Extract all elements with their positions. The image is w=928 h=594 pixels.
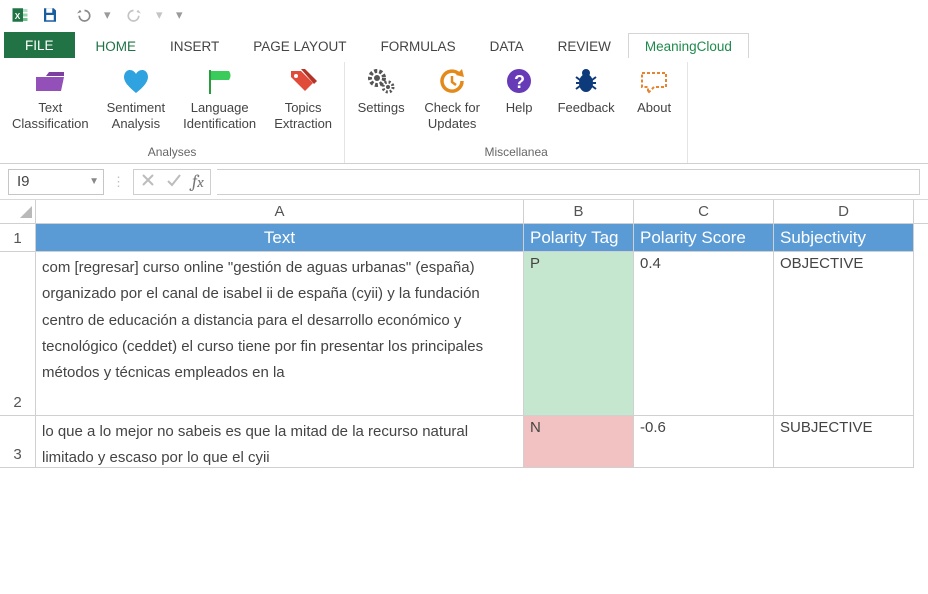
settings-button[interactable]: Settings: [353, 62, 409, 143]
tab-review[interactable]: REVIEW: [541, 33, 628, 58]
table-row: 3 lo que a lo mejor no sabeis es que la …: [0, 416, 928, 468]
check-updates-label: Check for Updates: [424, 100, 480, 131]
tab-page-layout[interactable]: PAGE LAYOUT: [236, 33, 363, 58]
formula-bar-row: I9 ▼ ⋮ fx: [0, 164, 928, 200]
ribbon-group-miscellanea: Settings Check for Updates ? Help Feedba…: [345, 62, 688, 163]
flag-icon: [202, 64, 238, 98]
cell-polarity-tag[interactable]: P: [524, 252, 634, 416]
tab-insert[interactable]: INSERT: [153, 33, 236, 58]
about-button[interactable]: About: [629, 62, 679, 143]
settings-label: Settings: [358, 100, 405, 116]
cell-polarity-tag[interactable]: N: [524, 416, 634, 468]
excel-app-icon[interactable]: X: [8, 3, 32, 27]
speech-icon: [636, 64, 672, 98]
question-icon: ?: [501, 64, 537, 98]
enter-icon[interactable]: [166, 172, 182, 191]
quick-access-toolbar: X ▾ ▾ ▾: [0, 0, 928, 30]
cell-text[interactable]: lo que a lo mejor no sabeis es que la mi…: [36, 416, 524, 468]
text-classification-button[interactable]: Text Classification: [8, 62, 93, 143]
undo-icon[interactable]: [68, 3, 98, 27]
row-header-1[interactable]: 1: [0, 224, 36, 252]
cell-text[interactable]: com [regresar] curso online "gestión de …: [36, 252, 524, 416]
col-header-C[interactable]: C: [634, 200, 774, 223]
about-label: About: [637, 100, 671, 116]
tab-meaningcloud[interactable]: MeaningCloud: [628, 33, 749, 58]
ribbon-tabs: FILE HOME INSERT PAGE LAYOUT FORMULAS DA…: [0, 30, 928, 58]
header-subjectivity[interactable]: Subjectivity: [774, 224, 914, 252]
tab-file[interactable]: FILE: [4, 32, 75, 58]
cell-polarity-score[interactable]: 0.4: [634, 252, 774, 416]
redo-icon[interactable]: [120, 3, 150, 27]
undo-dropdown-icon[interactable]: ▾: [104, 7, 114, 23]
row-header-3[interactable]: 3: [0, 416, 36, 468]
history-icon: [434, 64, 470, 98]
save-icon[interactable]: [38, 3, 62, 27]
header-polarity-tag[interactable]: Polarity Tag: [524, 224, 634, 252]
gears-icon: [363, 64, 399, 98]
cell-polarity-score[interactable]: -0.6: [634, 416, 774, 468]
tab-formulas[interactable]: FORMULAS: [364, 33, 473, 58]
svg-text:?: ?: [514, 72, 525, 92]
fx-icon[interactable]: fx: [192, 171, 204, 192]
col-header-D[interactable]: D: [774, 200, 914, 223]
language-identification-label: Language Identification: [183, 100, 256, 131]
ribbon: Text Classification Sentiment Analysis L…: [0, 58, 928, 164]
table-row: 2 com [regresar] curso online "gestión d…: [0, 252, 928, 416]
name-box-value: I9: [17, 173, 30, 190]
folder-icon: [32, 64, 68, 98]
ribbon-group-label-analyses: Analyses: [8, 143, 336, 163]
cell-subjectivity[interactable]: SUBJECTIVE: [774, 416, 914, 468]
formula-buttons: fx: [133, 169, 211, 195]
tab-data[interactable]: DATA: [473, 33, 541, 58]
col-header-A[interactable]: A: [36, 200, 524, 223]
language-identification-button[interactable]: Language Identification: [179, 62, 260, 143]
svg-text:X: X: [15, 12, 21, 21]
bug-icon: [568, 64, 604, 98]
formula-input[interactable]: [217, 169, 920, 195]
column-headers: A B C D: [0, 200, 928, 224]
header-text[interactable]: Text: [36, 224, 524, 252]
sentiment-analysis-button[interactable]: Sentiment Analysis: [103, 62, 170, 143]
cancel-icon[interactable]: [140, 172, 156, 191]
select-all-corner[interactable]: [0, 200, 36, 223]
topics-extraction-label: Topics Extraction: [274, 100, 332, 131]
feedback-label: Feedback: [558, 100, 615, 116]
name-box-dropdown-icon[interactable]: ▼: [89, 176, 99, 187]
row-header-2[interactable]: 2: [0, 252, 36, 416]
help-label: Help: [506, 100, 533, 116]
tab-home[interactable]: HOME: [79, 33, 154, 58]
cell-subjectivity[interactable]: OBJECTIVE: [774, 252, 914, 416]
col-header-B[interactable]: B: [524, 200, 634, 223]
ribbon-group-analyses: Text Classification Sentiment Analysis L…: [0, 62, 345, 163]
topics-extraction-button[interactable]: Topics Extraction: [270, 62, 336, 143]
header-polarity-score[interactable]: Polarity Score: [634, 224, 774, 252]
check-updates-button[interactable]: Check for Updates: [419, 62, 485, 143]
redo-dropdown-icon[interactable]: ▾: [156, 7, 166, 23]
name-box[interactable]: I9 ▼: [8, 169, 104, 195]
ribbon-group-label-miscellanea: Miscellanea: [353, 143, 679, 163]
spreadsheet-grid: A B C D 1 Text Polarity Tag Polarity Sco…: [0, 200, 928, 468]
help-button[interactable]: ? Help: [495, 62, 543, 143]
text-classification-label: Text Classification: [12, 100, 89, 131]
sentiment-analysis-label: Sentiment Analysis: [107, 100, 166, 131]
vert-dots-icon: ⋮: [110, 174, 127, 190]
heart-icon: [118, 64, 154, 98]
qat-customize-icon[interactable]: ▾: [176, 7, 186, 23]
table-header-row: 1 Text Polarity Tag Polarity Score Subje…: [0, 224, 928, 252]
feedback-button[interactable]: Feedback: [553, 62, 619, 143]
tags-icon: [285, 64, 321, 98]
